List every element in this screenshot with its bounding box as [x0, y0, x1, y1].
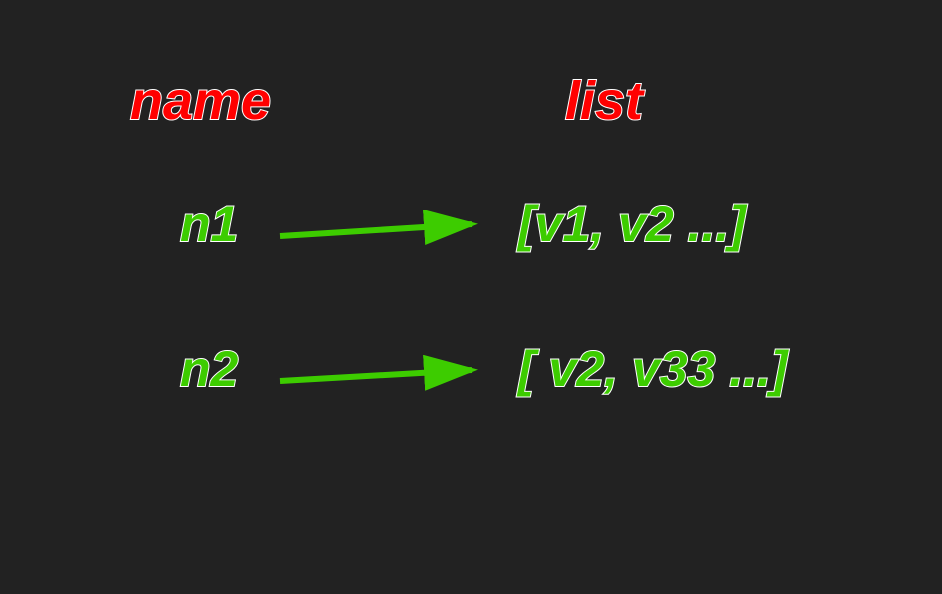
- row-list-2: [ v2, v33 ...]: [518, 340, 788, 398]
- column-header-list: list: [565, 70, 643, 132]
- row-name-1: n1: [180, 195, 238, 253]
- row-name-2: n2: [180, 340, 238, 398]
- arrow-icon: [275, 355, 495, 395]
- arrow-icon: [275, 210, 495, 250]
- row-list-1: [v1, v2 ...]: [518, 195, 746, 253]
- column-header-name: name: [130, 70, 271, 132]
